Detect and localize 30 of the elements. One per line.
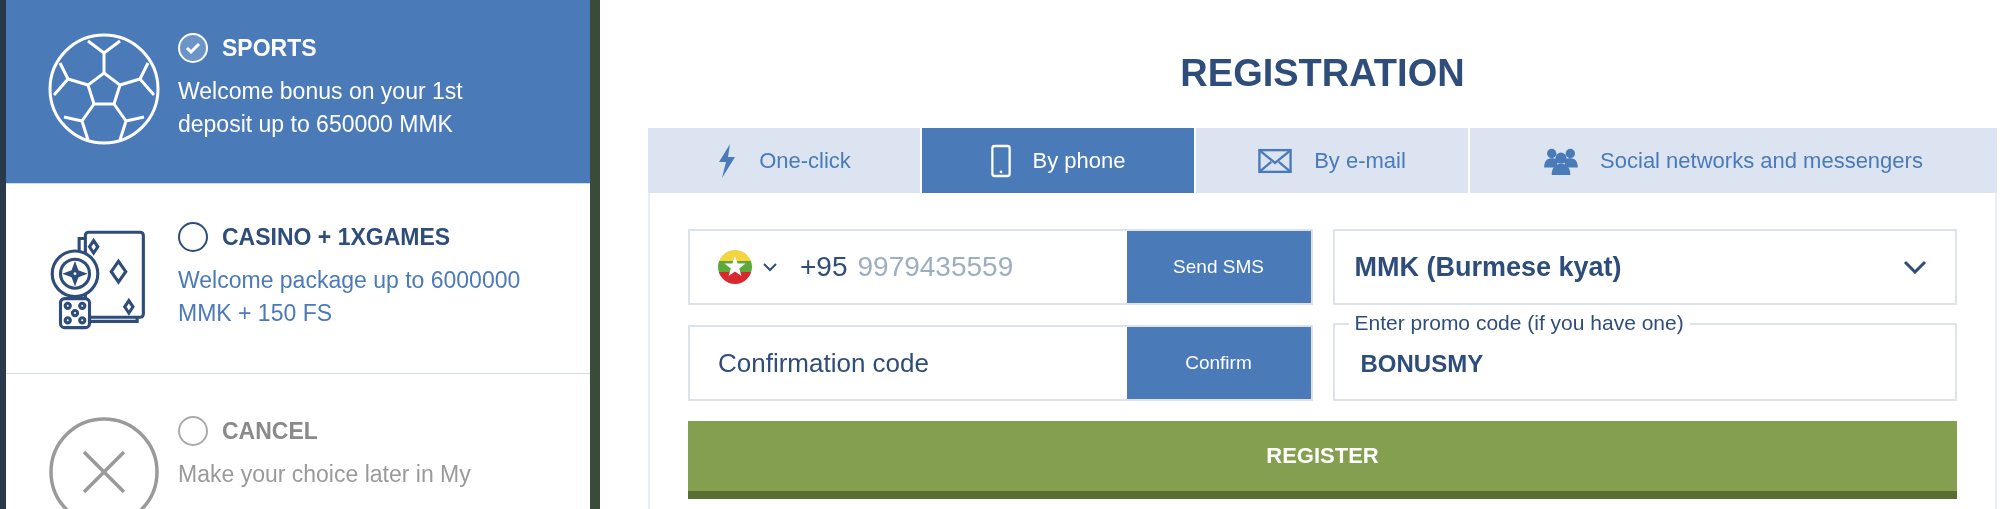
soccer-ball-icon — [48, 33, 160, 145]
bonus-option[interactable]: CANCEL Make your choice later in My — [6, 374, 590, 509]
flag-icon — [718, 250, 752, 284]
option-title: CASINO + 1XGAMES — [222, 223, 451, 251]
option-description: Welcome bonus on your 1st deposit up to 650000 MMK — [178, 77, 464, 139]
close-icon — [48, 416, 160, 509]
option-title: CANCEL — [222, 417, 318, 445]
country-code: +95 — [800, 251, 848, 283]
option-description: Welcome package up to 6000000 MMK + 150 FS — [178, 266, 522, 328]
bonus-option[interactable]: SPORTS Welcome bonus on your 1st deposit up to 650000 MMK — [6, 0, 590, 184]
chevron-down-icon[interactable] — [762, 262, 778, 272]
envelope-icon — [1258, 146, 1293, 175]
option-description: Make your choice later in My — [178, 460, 472, 489]
radio-button[interactable] — [178, 222, 208, 252]
check-icon — [185, 42, 201, 54]
currency-select[interactable]: MMK (Burmese kyat) — [1332, 229, 1957, 305]
people-group-icon — [1544, 146, 1579, 175]
confirm-button[interactable]: Confirm — [1126, 327, 1311, 399]
phone-field[interactable]: +95 9979435559 Send SMS — [688, 229, 1313, 305]
radio-button[interactable] — [178, 416, 208, 446]
chevron-down-icon — [1903, 260, 1927, 274]
confirmation-code-field[interactable]: Confirmation code Confirm — [688, 325, 1313, 401]
tab[interactable]: By phone — [922, 128, 1196, 193]
lightning-icon — [717, 142, 738, 179]
option-title: SPORTS — [222, 34, 317, 62]
page-title: REGISTRATION — [1180, 52, 1465, 96]
phone-icon — [990, 142, 1011, 179]
register-button[interactable]: REGISTER — [688, 421, 1957, 499]
send-sms-button[interactable]: Send SMS — [1126, 231, 1311, 303]
bonus-option[interactable]: CASINO + 1XGAMES Welcome package up to 6000000 MMK + 150 FS — [6, 184, 590, 374]
